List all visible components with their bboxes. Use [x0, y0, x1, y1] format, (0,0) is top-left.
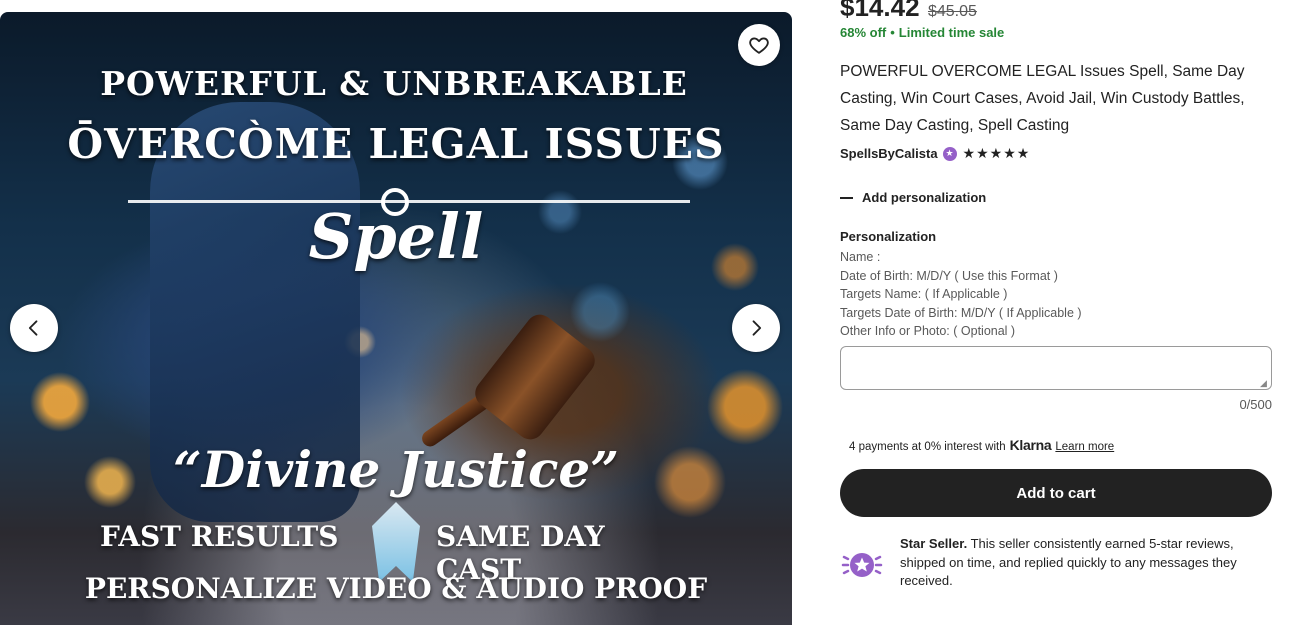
klarna-row: 4 payments at 0% interest with Klarna Le… [849, 437, 1114, 453]
chevron-right-icon [752, 320, 762, 336]
image-headline-divine-justice: “Divine Justice” [173, 440, 619, 499]
original-price: $45.05 [927, 3, 977, 20]
personalization-textarea[interactable] [840, 346, 1272, 390]
image-personalize-proof: PERSONALIZE VIDEO & AUDIO PROOF [84, 572, 708, 605]
resize-handle-icon[interactable]: ◢ [1260, 378, 1270, 388]
favorite-button[interactable] [738, 24, 780, 66]
klarna-text: 4 payments at 0% interest with [849, 441, 1006, 453]
heart-icon [749, 37, 769, 54]
listing-image[interactable]: POWERFUL & UNBREAKABLE ŌVERCÒME LEGAL IS… [0, 12, 792, 625]
separator-dot: • [890, 25, 895, 40]
gavel-head [469, 309, 601, 445]
sale-info: 68% off • Limited time sale [840, 25, 1004, 40]
add-personalization-label: Add personalization [862, 190, 987, 205]
personalization-heading: Personalization [840, 229, 937, 244]
instruction-line: Date of Birth: M/D/Y ( Use this Format ) [840, 268, 1058, 283]
star-seller-badge-icon: ★ [942, 146, 957, 161]
seller-name-link[interactable]: SpellsByCalista [840, 146, 938, 161]
next-image-button[interactable] [732, 304, 780, 352]
image-headline-spell: Spell [308, 200, 484, 273]
chevron-left-icon [28, 320, 38, 336]
add-personalization-toggle[interactable]: Add personalization [840, 190, 986, 205]
klarna-learn-more-link[interactable]: Learn more [1055, 441, 1114, 453]
rating-stars[interactable]: ★★★★★ [963, 145, 1031, 162]
add-to-cart-button[interactable]: Add to cart [840, 469, 1272, 517]
instruction-line: Targets Date of Birth: M/D/Y ( If Applic… [840, 305, 1082, 320]
instruction-line: Name : [840, 250, 881, 264]
star-seller-info: Star Seller. This seller consistently ea… [840, 535, 1272, 591]
seller-row: SpellsByCalista ★ ★★★★★ [840, 145, 1030, 162]
previous-image-button[interactable] [10, 304, 58, 352]
character-count: 0/500 [1239, 397, 1272, 412]
instruction-line: Targets Name: ( If Applicable ) [840, 287, 1008, 301]
sale-label: Limited time sale [898, 25, 1005, 40]
image-headline-1: POWERFUL & UNBREAKABLE [100, 64, 688, 103]
star-seller-label: Star Seller. [900, 536, 968, 551]
wolf-emblem-icon [372, 502, 420, 582]
image-fast-results: FAST RESULTS [100, 520, 339, 553]
instruction-line: Other Info or Photo: ( Optional ) [840, 324, 1016, 338]
minus-icon [840, 196, 853, 199]
price-row: $14.42 $45.05 [840, 0, 977, 23]
personalization-instructions: Name : Date of Birth: M/D/Y ( Use this F… [840, 248, 1082, 341]
star-seller-description: Star Seller. This seller consistently ea… [900, 535, 1272, 591]
star-seller-badge-icon [841, 553, 883, 577]
klarna-logo: Klarna [1009, 437, 1052, 453]
discount-percent: 68% off [840, 25, 887, 40]
current-price: $14.42 [840, 0, 920, 22]
listing-title: POWERFUL OVERCOME LEGAL Issues Spell, Sa… [840, 63, 1245, 134]
image-headline-2: ŌVERCÒME LEGAL ISSUES [67, 120, 725, 168]
